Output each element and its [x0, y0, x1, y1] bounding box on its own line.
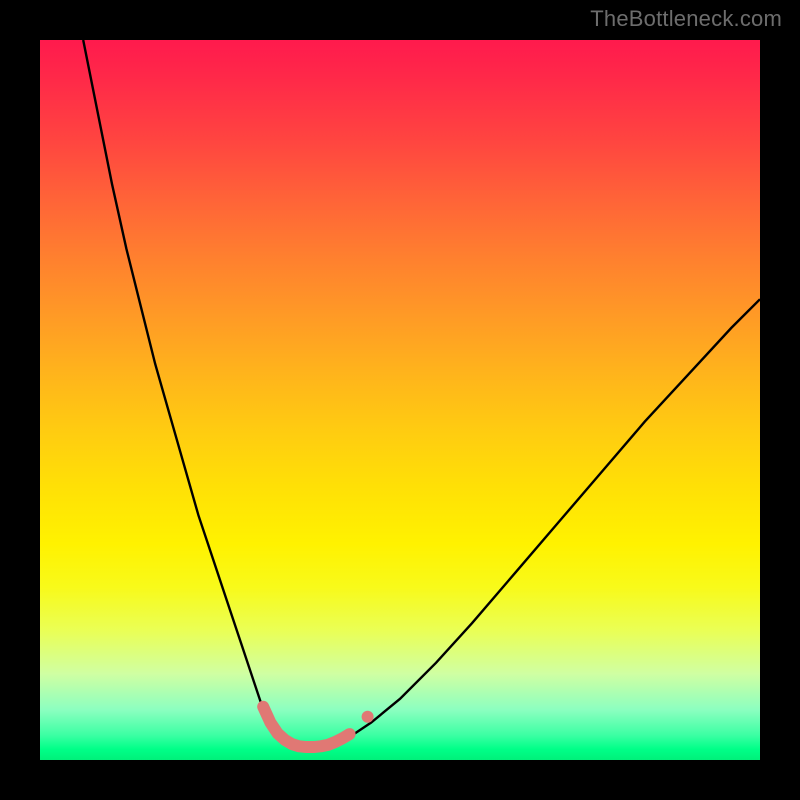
chart-frame: TheBottleneck.com [0, 0, 800, 800]
highlight-segment [263, 707, 349, 747]
curve-layer [40, 40, 760, 760]
watermark-text: TheBottleneck.com [590, 6, 782, 32]
plot-area [40, 40, 760, 760]
highlight-dot-upper [362, 711, 374, 723]
bottleneck-curve [83, 40, 760, 748]
